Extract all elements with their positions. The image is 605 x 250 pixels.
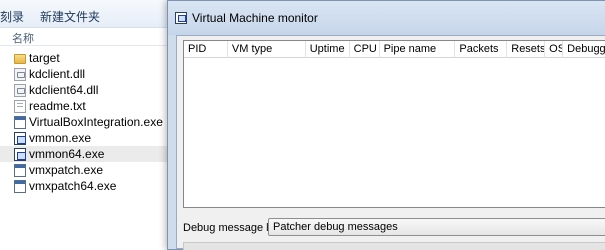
explorer-toolbar: 刻录 新建文件夹 (0, 0, 170, 28)
monitor-exe-icon (14, 147, 26, 161)
file-item-readme-txt[interactable]: readme.txt (0, 98, 170, 114)
file-item-kdclient-dll[interactable]: kdclient.dll (0, 66, 170, 82)
vm-monitor-window: Virtual Machine monitor PID VM type Upti… (167, 0, 605, 250)
file-item-vmmon64-exe[interactable]: vmmon64.exe (0, 146, 170, 162)
burn-button[interactable]: 刻录 (0, 8, 24, 25)
exe-file-icon (14, 115, 26, 129)
file-name: VirtualBoxIntegration.exe (29, 115, 163, 129)
window-title: Virtual Machine monitor (192, 11, 318, 25)
debug-level-select[interactable]: Patcher debug messages (268, 218, 605, 236)
column-uptime[interactable]: Uptime (306, 41, 350, 58)
file-name: vmmon64.exe (29, 147, 105, 161)
new-folder-button[interactable]: 新建文件夹 (40, 8, 100, 25)
exe-file-icon (14, 163, 26, 177)
file-name: kdclient64.dll (29, 83, 99, 97)
file-list: target kdclient.dll kdclient64.dll readm… (0, 50, 170, 194)
column-os[interactable]: OS (545, 41, 564, 58)
log-area[interactable] (183, 242, 605, 250)
window-titlebar[interactable]: Virtual Machine monitor (168, 1, 605, 35)
column-pipe-name[interactable]: Pipe name (380, 41, 456, 58)
file-item-kdclient64-dll[interactable]: kdclient64.dll (0, 82, 170, 98)
column-cpu[interactable]: CPU (350, 41, 380, 58)
file-item-target[interactable]: target (0, 50, 170, 66)
file-name: readme.txt (29, 99, 86, 113)
column-resets[interactable]: Resets (507, 41, 546, 58)
file-item-vmmon-exe[interactable]: vmmon.exe (0, 130, 170, 146)
folder-icon (14, 54, 26, 64)
column-packets[interactable]: Packets (455, 41, 508, 58)
monitor-exe-icon (14, 131, 26, 145)
file-name: vmxpatch.exe (29, 163, 104, 177)
column-pid[interactable]: PID (184, 41, 228, 58)
window-client-area: PID VM type Uptime CPU Pipe name Packets… (176, 35, 605, 250)
file-name: kdclient.dll (29, 67, 86, 81)
monitor-app-icon (175, 12, 187, 24)
vm-list[interactable]: PID VM type Uptime CPU Pipe name Packets… (183, 40, 605, 208)
name-column-label: 名称 (12, 33, 34, 45)
name-column-header[interactable]: 名称 (0, 28, 170, 46)
file-item-vmxpatch-exe[interactable]: vmxpatch.exe (0, 162, 170, 178)
dll-file-icon (14, 67, 26, 81)
dll-file-icon (14, 83, 26, 97)
file-name: target (29, 51, 60, 65)
file-item-vmxpatch64-exe[interactable]: vmxpatch64.exe (0, 178, 170, 194)
file-name: vmmon.exe (29, 131, 92, 145)
file-item-virtualboxintegration-exe[interactable]: VirtualBoxIntegration.exe (0, 114, 170, 130)
file-name: vmxpatch64.exe (29, 179, 117, 193)
text-file-icon (14, 99, 26, 113)
column-debugger[interactable]: Debugger (563, 41, 605, 58)
debug-level-value: Patcher debug messages (273, 221, 398, 233)
exe-file-icon (14, 179, 26, 193)
vm-list-header: PID VM type Uptime CPU Pipe name Packets… (184, 41, 605, 58)
column-vm-type[interactable]: VM type (228, 41, 306, 58)
